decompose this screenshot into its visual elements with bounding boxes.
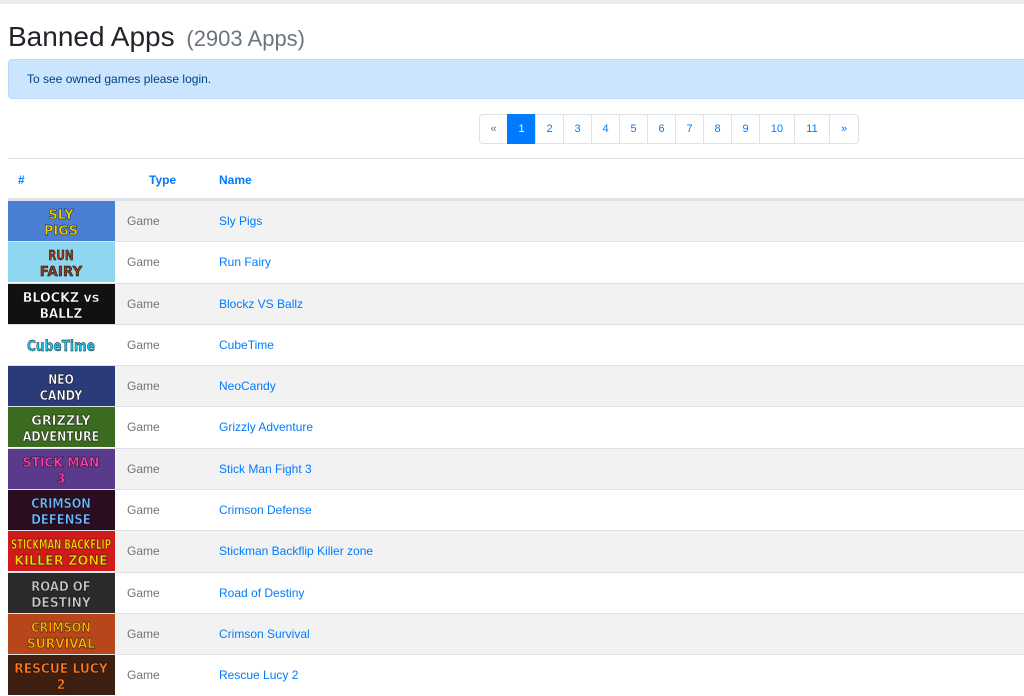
- game-thumbnail[interactable]: ROAD OF DESTINY: [8, 572, 115, 613]
- row-type: Game: [127, 461, 160, 476]
- pagination-page-7[interactable]: 7: [675, 114, 704, 144]
- table-row: CRIMSON DEFENSE Game Crimson Defense: [8, 489, 1024, 531]
- page-title: Banned Apps (2903 Apps): [8, 19, 305, 57]
- svg-text:BALLZ: BALLZ: [40, 307, 83, 322]
- table-row: SLY PIGS Game Sly Pigs: [8, 200, 1024, 242]
- svg-text:RESCUE LUCY: RESCUE LUCY: [14, 662, 108, 677]
- row-name-link[interactable]: Rescue Lucy 2: [219, 668, 298, 682]
- game-thumbnail[interactable]: STICKMAN BACKFLIP KILLER ZONE: [8, 531, 115, 572]
- game-thumbnail[interactable]: STICK MAN 3: [8, 448, 115, 489]
- pagination-page-9[interactable]: 9: [731, 114, 760, 144]
- pagination-page-2[interactable]: 2: [535, 114, 564, 144]
- svg-text:DEFENSE: DEFENSE: [31, 513, 91, 528]
- pagination-next-button[interactable]: »: [829, 114, 859, 144]
- table-row: STICKMAN BACKFLIP KILLER ZONE Game Stickman…: [8, 530, 1024, 572]
- table-row: ROAD OF DESTINY Game Road of Destiny: [8, 571, 1024, 613]
- row-name-link[interactable]: NeoCandy: [219, 379, 276, 393]
- pagination-prev-button[interactable]: «: [479, 114, 508, 144]
- app-count: (2903 Apps): [186, 26, 306, 51]
- login-alert-text: To see owned games please login.: [27, 72, 212, 86]
- svg-text:2: 2: [57, 678, 66, 693]
- game-thumbnail[interactable]: RUN FAIRY: [8, 242, 115, 283]
- pagination-page-10[interactable]: 10: [759, 114, 795, 144]
- row-name-link[interactable]: Stick Man Fight 3: [219, 462, 312, 476]
- row-name-link[interactable]: Stickman Backflip Killer zone: [219, 544, 373, 558]
- svg-text:CRIMSON: CRIMSON: [31, 621, 91, 636]
- page-title-text: Banned Apps: [8, 21, 175, 52]
- row-name-link[interactable]: Blockz VS Ballz: [219, 297, 303, 311]
- row-type: Game: [127, 420, 160, 435]
- svg-text:CubeTime: CubeTime: [27, 337, 95, 355]
- pagination-page-1[interactable]: 1: [507, 114, 536, 144]
- row-name-link[interactable]: Run Fairy: [219, 255, 271, 269]
- row-name-link[interactable]: Crimson Survival: [219, 627, 310, 641]
- svg-text:PIGS: PIGS: [44, 224, 78, 239]
- svg-text:ADVENTURE: ADVENTURE: [23, 430, 100, 445]
- game-thumbnail[interactable]: GRIZZLY ADVENTURE: [8, 407, 115, 448]
- row-name-link[interactable]: Sly Pigs: [219, 214, 262, 228]
- svg-text:RUN: RUN: [48, 249, 74, 264]
- game-thumbnail[interactable]: BLOCKZ vs BALLZ: [8, 283, 115, 324]
- pagination-page-6[interactable]: 6: [647, 114, 676, 144]
- pagination: «1 2 3 4 5 6 7 8 9 10 11»: [479, 114, 859, 144]
- svg-text:GRIZZLY: GRIZZLY: [31, 414, 91, 429]
- table-body: SLY PIGS Game Sly Pigs RUN FAIRY Game Run Fairy…: [8, 200, 1024, 696]
- svg-text:CRIMSON: CRIMSON: [31, 497, 91, 512]
- row-name-link[interactable]: Road of Destiny: [219, 586, 304, 600]
- game-thumbnail[interactable]: SLY PIGS: [8, 201, 115, 241]
- row-type: Game: [127, 296, 160, 311]
- pagination-page-4[interactable]: 4: [591, 114, 620, 144]
- pagination-page-5[interactable]: 5: [619, 114, 648, 144]
- row-name-link[interactable]: CubeTime: [219, 338, 274, 352]
- pagination-page-3[interactable]: 3: [563, 114, 592, 144]
- svg-text:BLOCKZ vs: BLOCKZ vs: [23, 291, 100, 306]
- svg-text:KILLER ZONE: KILLER ZONE: [14, 554, 108, 569]
- table-header: # Type Name: [8, 159, 1024, 200]
- pagination-page-8[interactable]: 8: [703, 114, 732, 144]
- game-thumbnail[interactable]: CRIMSON DEFENSE: [8, 490, 115, 531]
- svg-text:ROAD OF: ROAD OF: [31, 580, 91, 595]
- svg-text:NEO: NEO: [48, 373, 74, 388]
- row-type: Game: [127, 255, 160, 270]
- table-row: BLOCKZ vs BALLZ Game Blockz VS Ballz: [8, 282, 1024, 324]
- row-type: Game: [127, 503, 160, 518]
- game-thumbnail[interactable]: RESCUE LUCY 2: [8, 655, 115, 696]
- column-header-index[interactable]: #: [18, 173, 25, 187]
- svg-text:3: 3: [57, 472, 66, 487]
- svg-text:STICK MAN: STICK MAN: [23, 456, 100, 471]
- table-row: STICK MAN 3 Game Stick Man Fight 3: [8, 447, 1024, 490]
- row-type: Game: [127, 626, 160, 641]
- svg-text:CANDY: CANDY: [40, 389, 83, 404]
- svg-text:DESTINY: DESTINY: [31, 596, 91, 611]
- pagination-page-11[interactable]: 11: [794, 114, 830, 144]
- table-row: RUN FAIRY Game Run Fairy: [8, 241, 1024, 283]
- table-row: GRIZZLY ADVENTURE Game Grizzly Adventure: [8, 406, 1024, 448]
- row-type: Game: [127, 585, 160, 600]
- svg-text:SURVIVAL: SURVIVAL: [27, 637, 95, 652]
- login-alert: To see owned games please login.: [8, 59, 1024, 99]
- table-row: CubeTime Game CubeTime: [8, 323, 1024, 365]
- row-type: Game: [127, 337, 160, 352]
- table-row: CRIMSON SURVIVAL Game Crimson Survival: [8, 612, 1024, 655]
- row-type: Game: [127, 544, 160, 559]
- game-thumbnail[interactable]: NEO CANDY: [8, 366, 115, 407]
- table-row: NEO CANDY Game NeoCandy: [8, 365, 1024, 407]
- row-type: Game: [127, 668, 160, 683]
- svg-text:SLY: SLY: [48, 208, 74, 223]
- apps-table: # Type Name SLY PIGS Game Sly Pigs RUN FAIRY G…: [8, 158, 1024, 696]
- game-thumbnail[interactable]: CRIMSON SURVIVAL: [8, 613, 115, 654]
- row-type: Game: [127, 214, 160, 228]
- row-type: Game: [127, 379, 160, 394]
- svg-text:FAIRY: FAIRY: [40, 265, 83, 280]
- top-bar: [0, 0, 1024, 4]
- game-thumbnail[interactable]: CubeTime: [8, 324, 115, 365]
- column-header-type[interactable]: Type: [149, 173, 176, 187]
- row-name-link[interactable]: Crimson Defense: [219, 503, 312, 517]
- svg-text:STICKMAN BACKFLIP: STICKMAN BACKFLIP: [11, 538, 111, 553]
- table-row: RESCUE LUCY 2 Game Rescue Lucy 2: [8, 654, 1024, 696]
- row-name-link[interactable]: Grizzly Adventure: [219, 420, 313, 434]
- column-header-name[interactable]: Name: [219, 173, 252, 187]
